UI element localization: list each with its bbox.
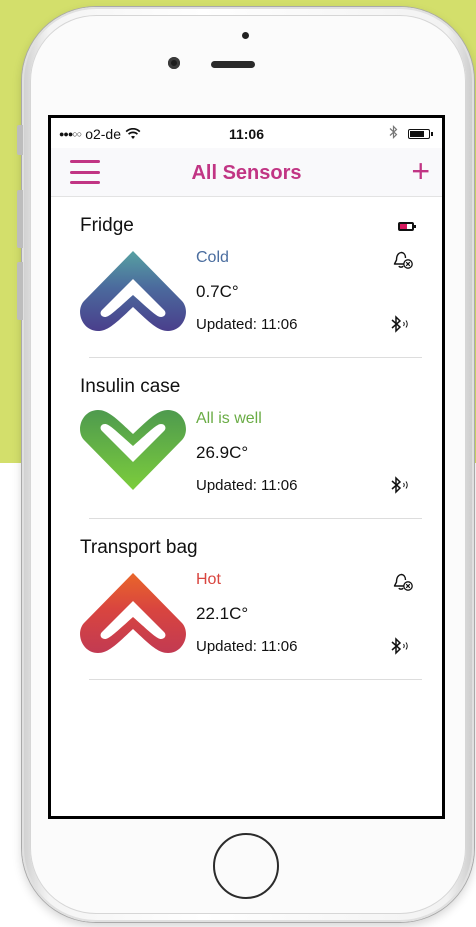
sensor-status: Hot [196, 571, 221, 588]
sensor-temperature: 26.9C° [196, 443, 249, 462]
heart-icon [80, 410, 186, 490]
sensor-temperature: 22.1C° [196, 604, 249, 623]
volume-up-button [17, 190, 23, 248]
phone-screen: ●●●○○ o2-de 11:06 All Sensors + Fridge C… [48, 115, 445, 819]
app-screen: ●●●○○ o2-de 11:06 All Sensors + Fridge C… [51, 118, 442, 816]
up-heart-icon [80, 573, 186, 653]
battery-icon [408, 128, 433, 139]
battery-low-level [400, 224, 407, 229]
status-right [389, 125, 433, 142]
sensor-card-transport-bag[interactable]: Transport bag Hot 22.1C° Updated: 11:06 [51, 519, 442, 680]
earpiece-speaker [211, 61, 255, 68]
sensor-updated: Updated: 11:06 [196, 638, 298, 655]
sensor-list: Fridge Cold 0.7C° Updated: 11:06 Insulin… [51, 197, 442, 680]
sensor-temperature: 0.7C° [196, 282, 239, 301]
page-title: All Sensors [191, 162, 302, 184]
sensor-name: Transport bag [80, 537, 198, 558]
proximity-sensor [242, 32, 249, 39]
add-sensor-button[interactable]: + [411, 152, 430, 190]
sensor-updated: Updated: 11:06 [196, 477, 298, 494]
sensor-status: All is well [196, 410, 262, 427]
sensor-status: Cold [196, 249, 229, 266]
battery-level [410, 130, 424, 137]
bluetooth-signal-icon [391, 637, 408, 655]
front-camera [168, 57, 180, 69]
volume-down-button [17, 262, 23, 320]
bluetooth-signal-icon [391, 315, 408, 333]
bluetooth-signal-icon [391, 476, 408, 494]
divider [89, 679, 422, 680]
mute-switch [17, 125, 23, 155]
alarm-off-icon[interactable] [392, 250, 414, 270]
nav-bar: All Sensors + [51, 148, 442, 197]
status-bar: ●●●○○ o2-de 11:06 [51, 118, 442, 148]
sensor-card-fridge[interactable]: Fridge Cold 0.7C° Updated: 11:06 [51, 197, 442, 358]
battery-low-icon [398, 222, 416, 231]
up-heart-icon [80, 251, 186, 331]
sensor-name: Insulin case [80, 376, 181, 397]
status-time: 11:06 [228, 126, 265, 142]
sensor-updated: Updated: 11:06 [196, 316, 298, 333]
bluetooth-icon [389, 125, 398, 142]
home-button[interactable] [213, 833, 279, 899]
alarm-off-icon[interactable] [392, 572, 414, 592]
sensor-card-insulin-case[interactable]: Insulin case All is well 26.9C° Updated:… [51, 358, 442, 519]
sensor-name: Fridge [80, 215, 134, 236]
